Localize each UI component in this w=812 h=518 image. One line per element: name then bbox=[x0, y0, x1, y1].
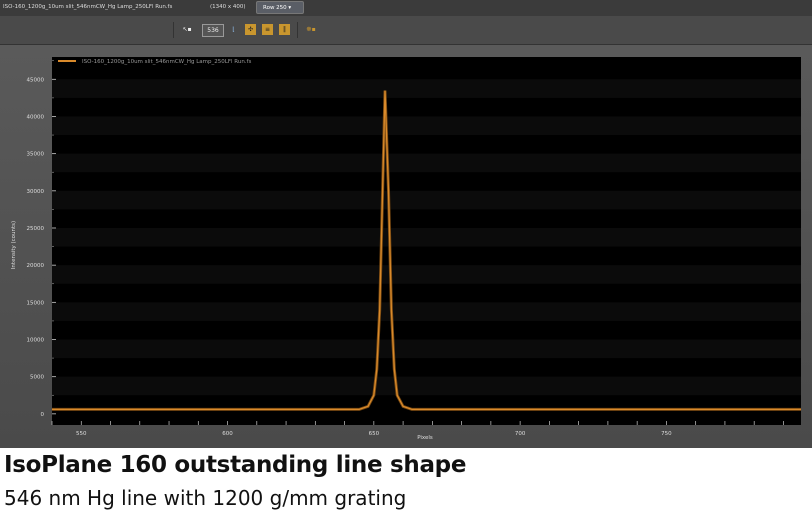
y-tick-label: 40000 bbox=[27, 114, 45, 120]
file-title: ISO-160_1200g_10um slit_546nmCW_Hg Lamp_… bbox=[3, 4, 173, 10]
grid-band bbox=[52, 302, 801, 321]
y-tick-label: 20000 bbox=[27, 263, 45, 269]
toolbar: ↖▪ 536 ⌊ ✣ ≡ ‖ ☸▪ bbox=[0, 16, 812, 45]
grid-band bbox=[52, 190, 801, 210]
toolbar-separator bbox=[173, 22, 174, 38]
grid-band bbox=[52, 376, 801, 396]
grid-band bbox=[52, 116, 801, 136]
x-tick-label: 550 bbox=[76, 431, 87, 437]
settings-icon[interactable]: ☸▪ bbox=[302, 24, 320, 35]
y-tick-label: 5000 bbox=[30, 375, 44, 381]
y-axis-label: Intensity (counts) bbox=[11, 221, 17, 269]
x-tick-label: 750 bbox=[661, 431, 672, 437]
axes-icon[interactable]: ⌊ bbox=[228, 24, 239, 35]
grid-band bbox=[52, 265, 801, 284]
x-tick-label: 650 bbox=[369, 431, 380, 437]
toolbar-separator bbox=[297, 22, 298, 38]
y-tick-label: 45000 bbox=[27, 77, 45, 83]
spectrum-chart: 0 5000 10000 15000 20000 25000 30000 35000 40000… bbox=[11, 57, 801, 441]
y-tick-label: 35000 bbox=[27, 152, 45, 158]
y-tick-label: 15000 bbox=[27, 300, 45, 306]
grid-band bbox=[52, 79, 801, 98]
y-tick-label: 30000 bbox=[27, 189, 45, 195]
y-tick-label: 10000 bbox=[27, 338, 45, 344]
fit-horizontal-icon[interactable]: ‖ bbox=[279, 24, 290, 35]
grid-band bbox=[52, 227, 801, 247]
legend-entry: ISO-160_1200g_10um slit_546nmCW_Hg Lamp_… bbox=[82, 59, 251, 65]
row-tab[interactable]: Row 250 ▾ bbox=[256, 1, 304, 14]
zoom-fit-icon[interactable]: ✣ bbox=[245, 24, 256, 35]
y-tick-label: 0 bbox=[41, 412, 45, 418]
zoom-value[interactable]: 536 bbox=[202, 24, 224, 37]
x-tick-label: 700 bbox=[515, 431, 526, 437]
fit-vertical-icon[interactable]: ≡ bbox=[262, 24, 273, 35]
frame-dimensions: (1340 x 400) bbox=[210, 4, 246, 10]
x-tick-label: 600 bbox=[222, 431, 233, 437]
document-tab-bar: ISO-160_1200g_10um slit_546nmCW_Hg Lamp_… bbox=[0, 0, 812, 16]
grid-band bbox=[52, 339, 801, 359]
y-tick-label: 25000 bbox=[27, 226, 45, 232]
caption-subtitle: 546 nm Hg line with 1200 g/mm grating bbox=[4, 486, 407, 510]
cursor-tool-icon[interactable]: ↖▪ bbox=[178, 24, 196, 35]
chart-panel: 0 5000 10000 15000 20000 25000 30000 35000 40000… bbox=[0, 45, 812, 448]
x-axis-label: Pixels bbox=[417, 435, 433, 441]
caption-title: IsoPlane 160 outstanding line shape bbox=[4, 452, 467, 478]
grid-band bbox=[52, 153, 801, 173]
